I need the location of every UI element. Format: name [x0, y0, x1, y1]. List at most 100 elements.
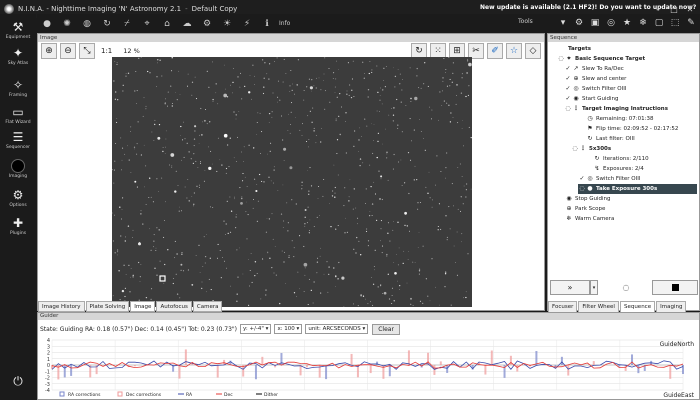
sidebar-item-sequencer[interactable]: ☰ Sequencer	[0, 130, 36, 150]
star	[460, 210, 461, 212]
sequence-item[interactable]: ◌ ● Take Exposure 300s	[578, 184, 697, 194]
sidebar-item-options[interactable]: ⚙ Options	[0, 188, 36, 208]
star	[380, 87, 381, 89]
star	[181, 210, 183, 212]
star	[419, 268, 421, 270]
flat-panel-icon[interactable]: ☀	[221, 18, 233, 30]
sequence-item[interactable]: Targets	[550, 44, 591, 54]
sequence-item[interactable]: ✓ ◎ Switch Filter OIII	[578, 174, 640, 184]
star	[248, 259, 249, 260]
sidebar-item-sky-atlas[interactable]: ✦ Sky Atlas	[0, 46, 36, 66]
star-icon[interactable]: ★	[621, 17, 633, 29]
focuser-icon[interactable]: ◍	[81, 18, 93, 30]
selected-star-box[interactable]	[159, 275, 166, 282]
sequence-item[interactable]: ↻ Last filter: OIII	[578, 134, 634, 144]
snowflake-icon[interactable]: ❄	[637, 17, 649, 29]
star	[365, 203, 366, 204]
stretch-button[interactable]: ✐	[487, 43, 503, 59]
star	[348, 196, 350, 198]
star	[333, 164, 335, 166]
filter-wheel-icon[interactable]: ✺	[61, 18, 73, 30]
skip-button[interactable]: »	[550, 280, 590, 295]
sidebar-item-equipment[interactable]: ⚒ Equipment	[0, 20, 36, 40]
sequence-item[interactable]: ◌ ⋮ 5x300s	[571, 144, 611, 154]
sequence-item[interactable]: ⚑ Flip time: 02:09:52 - 02:17:52	[578, 124, 678, 134]
sequence-item[interactable]: ✓ ◉ Start Guiding	[564, 94, 618, 104]
bahtinov-button[interactable]: ◇	[525, 43, 541, 59]
star	[184, 138, 186, 140]
tool-icon[interactable]: ✎	[685, 17, 697, 29]
sidebar: ⚒ Equipment ✦ Sky Atlas ✧ Framing ▭ Flat…	[0, 14, 36, 400]
guider-icon[interactable]: ⌖	[141, 18, 153, 30]
fit-button[interactable]: ⤡	[79, 43, 95, 59]
star	[114, 252, 116, 254]
bookmark-icon[interactable]: ⬚	[669, 17, 681, 29]
correction-bar	[407, 350, 410, 365]
profile-name[interactable]: Default Copy	[192, 5, 238, 13]
sequence-item[interactable]: ⊕ Park Scope	[557, 204, 605, 214]
dome-icon[interactable]: ⌂	[161, 18, 173, 30]
sidebar-item-framing[interactable]: ✧ Framing	[0, 78, 36, 98]
detect-stars-button[interactable]: ☆	[506, 43, 522, 59]
camera-icon[interactable]: ●	[41, 18, 53, 30]
sidebar-item-imaging[interactable]: Imaging	[0, 159, 36, 179]
options-icon: ⚙	[12, 188, 24, 202]
star-field-image[interactable]	[112, 57, 472, 307]
rotator-icon[interactable]: ↻	[101, 18, 113, 30]
stop-icon	[671, 284, 679, 291]
zoom-in-button[interactable]: ⊕	[41, 43, 57, 59]
power-button[interactable]: ⏻	[0, 374, 36, 389]
zoom-in-icon: ⊕	[45, 46, 53, 56]
star	[154, 267, 156, 269]
star	[448, 206, 450, 208]
sidebar-item-plugins[interactable]: ✚ Plugins	[0, 216, 36, 236]
frame-icon[interactable]: ▢	[653, 17, 665, 29]
weather-icon[interactable]: ☁	[181, 18, 193, 30]
clear-button[interactable]: Clear	[372, 323, 400, 335]
tools-label[interactable]: Tools	[518, 18, 533, 25]
tools-chevron-icon[interactable]: ▾	[557, 17, 569, 29]
stop-button[interactable]	[652, 280, 698, 295]
sequence-item[interactable]: ◉ Stop Guiding	[557, 194, 610, 204]
settings-icon[interactable]: ⚙	[573, 17, 585, 29]
y-scale-select[interactable]: y: +/-4" ▾	[240, 324, 272, 334]
polar-icon[interactable]: ◎	[605, 17, 617, 29]
star	[112, 240, 114, 242]
star	[135, 71, 137, 72]
star	[260, 298, 262, 300]
sequence-item[interactable]: ✓ ◎ Switch Filter OIII	[564, 84, 626, 94]
sequence-item[interactable]: ✓ ⊕ Slew and center	[564, 74, 626, 84]
star	[444, 273, 447, 275]
telescope-icon[interactable]: ⌿	[121, 18, 133, 30]
focus-icon[interactable]: ▣	[589, 17, 601, 29]
safety-monitor-icon[interactable]: ⚡	[241, 18, 253, 30]
x-count-select[interactable]: x: 100 ▾	[274, 324, 303, 334]
star	[145, 296, 148, 299]
skip-dropdown[interactable]: ▾	[590, 280, 598, 295]
tab-image[interactable]: Image	[130, 301, 156, 312]
star	[380, 240, 381, 242]
star	[136, 90, 138, 92]
sequence-item[interactable]: ↯ Exposures: 2/4	[585, 164, 643, 174]
zoom-out-button[interactable]: ⊖	[60, 43, 76, 59]
star	[467, 94, 469, 96]
sequence-item[interactable]: ◌ ⋮ Target Imaging Instructions	[564, 104, 668, 114]
tab-image-history[interactable]: Image History	[38, 301, 85, 312]
star	[235, 214, 237, 215]
star	[371, 214, 373, 216]
sequence-item[interactable]: ↻ Iterations: 2/110	[585, 154, 648, 164]
unit-select[interactable]: unit: ARCSECONDS ▾	[305, 324, 369, 334]
star	[422, 138, 424, 139]
sequence-item[interactable]: ◷ Remaining: 07:01:38	[578, 114, 653, 124]
tab-camera[interactable]: Camera	[192, 301, 223, 312]
sidebar-item-flat-wizard[interactable]: ▭ Flat Wizard	[0, 105, 36, 125]
sequence-item[interactable]: ❄ Warm Camera	[557, 214, 614, 224]
sequence-item[interactable]: ✓ ↗ Slew To Ra/Dec	[564, 64, 623, 74]
sequence-item[interactable]: ◌ ⌖ Basic Sequence Target	[557, 54, 645, 64]
star	[394, 75, 397, 78]
tab-autofocus[interactable]: Autofocus	[156, 301, 192, 312]
switch-icon[interactable]: ⚙	[201, 18, 213, 30]
tab-plate-solving[interactable]: Plate Solving	[85, 301, 130, 312]
info-label[interactable]: Info	[279, 20, 290, 27]
star	[325, 90, 326, 92]
